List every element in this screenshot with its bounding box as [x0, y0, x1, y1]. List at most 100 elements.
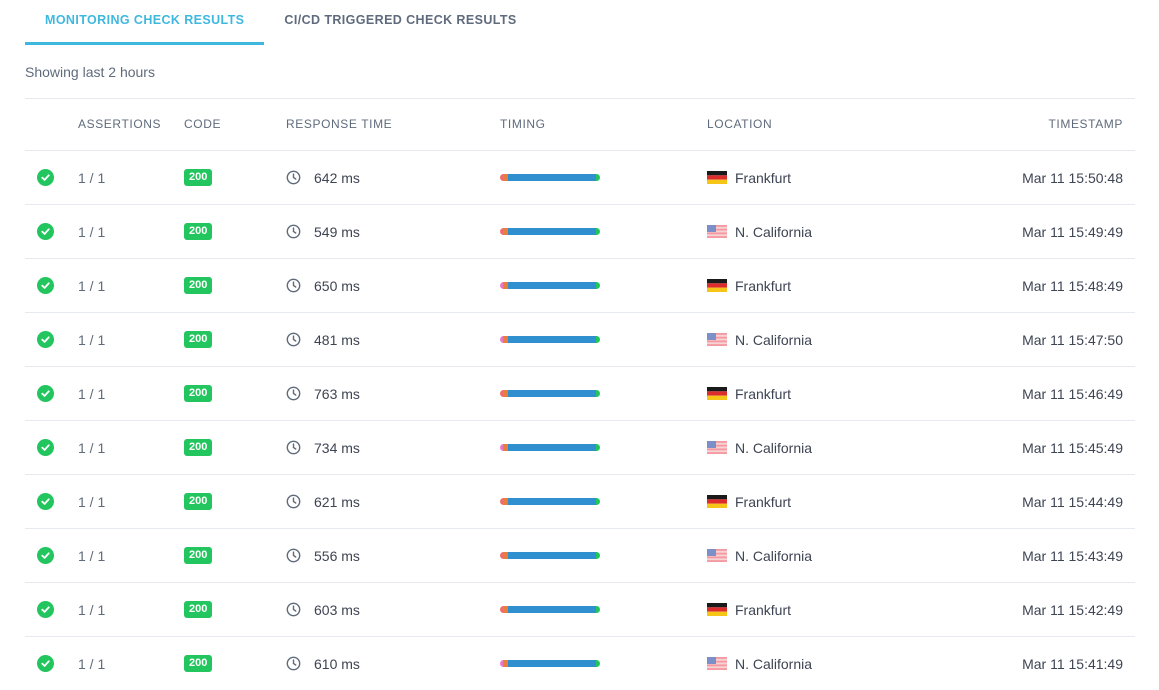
column-header-response-time: RESPONSE TIME — [286, 117, 393, 131]
clock-icon — [286, 494, 301, 509]
assertions-value: 1 / 1 — [78, 601, 106, 618]
timing-bar[interactable] — [500, 444, 600, 451]
timing-bar[interactable] — [500, 336, 600, 343]
time-range-label: Showing last 2 hours — [25, 64, 155, 80]
table-row[interactable]: 1 / 1 200 481 ms N. California Mar 11 15… — [25, 313, 1135, 367]
timestamp-value: Mar 11 15:42:49 — [1022, 601, 1123, 618]
timing-bar[interactable] — [500, 498, 600, 505]
table-row[interactable]: 1 / 1 200 603 ms Frankfurt Mar 11 15:42:… — [25, 583, 1135, 637]
timing-bar[interactable] — [500, 282, 600, 289]
timing-bar[interactable] — [500, 174, 600, 181]
status-code-badge: 200 — [184, 331, 213, 348]
status-code-badge: 200 — [184, 547, 213, 564]
timestamp-value: Mar 11 15:47:50 — [1022, 331, 1123, 348]
assertions-value: 1 / 1 — [78, 169, 106, 186]
clock-icon — [286, 548, 301, 563]
location-value: N. California — [735, 439, 813, 456]
timestamp-value: Mar 11 15:46:49 — [1022, 385, 1123, 402]
timestamp-value: Mar 11 15:49:49 — [1022, 223, 1123, 240]
location-value: Frankfurt — [735, 601, 792, 618]
timestamp-value: Mar 11 15:50:48 — [1022, 169, 1123, 186]
response-time-value: 642 ms — [314, 169, 360, 186]
location-value: N. California — [735, 547, 813, 564]
timestamp-value: Mar 11 15:48:49 — [1022, 277, 1123, 294]
response-time-value: 603 ms — [314, 601, 360, 618]
response-time-value: 621 ms — [314, 493, 360, 510]
flag-us-icon — [707, 657, 727, 670]
response-time-value: 650 ms — [314, 277, 360, 294]
success-check-icon — [37, 601, 54, 618]
location-value: N. California — [735, 331, 813, 348]
clock-icon — [286, 170, 301, 185]
success-check-icon — [37, 223, 54, 240]
status-code-badge: 200 — [184, 601, 213, 618]
clock-icon — [286, 386, 301, 401]
flag-de-icon — [707, 603, 727, 616]
location-value: Frankfurt — [735, 169, 792, 186]
column-header-location: LOCATION — [707, 117, 773, 131]
table-row[interactable]: 1 / 1 200 650 ms Frankfurt Mar 11 15:48:… — [25, 259, 1135, 313]
tab-bar: MONITORING CHECK RESULTS CI/CD TRIGGERED… — [25, 0, 537, 45]
timing-bar[interactable] — [500, 606, 600, 613]
status-code-badge: 200 — [184, 277, 213, 294]
timing-bar[interactable] — [500, 228, 600, 235]
column-header-timing: TIMING — [500, 117, 546, 131]
response-time-value: 763 ms — [314, 385, 360, 402]
tab-monitoring-check-results[interactable]: MONITORING CHECK RESULTS — [25, 0, 265, 45]
flag-us-icon — [707, 333, 727, 346]
response-time-value: 549 ms — [314, 223, 360, 240]
assertions-value: 1 / 1 — [78, 223, 106, 240]
timing-bar[interactable] — [500, 660, 600, 667]
response-time-value: 734 ms — [314, 439, 360, 456]
status-code-badge: 200 — [184, 223, 213, 240]
location-value: Frankfurt — [735, 493, 792, 510]
table-row[interactable]: 1 / 1 200 763 ms Frankfurt Mar 11 15:46:… — [25, 367, 1135, 421]
table-row[interactable]: 1 / 1 200 549 ms N. California Mar 11 15… — [25, 205, 1135, 259]
status-code-badge: 200 — [184, 439, 213, 456]
assertions-value: 1 / 1 — [78, 655, 106, 672]
success-check-icon — [37, 547, 54, 564]
location-value: N. California — [735, 655, 813, 672]
clock-icon — [286, 602, 301, 617]
timing-bar[interactable] — [500, 552, 600, 559]
table-row[interactable]: 1 / 1 200 610 ms N. California Mar 11 15… — [25, 637, 1135, 690]
flag-us-icon — [707, 441, 727, 454]
column-header-assertions: ASSERTIONS — [78, 117, 162, 131]
success-check-icon — [37, 655, 54, 672]
success-check-icon — [37, 385, 54, 402]
clock-icon — [286, 278, 301, 293]
table-header: ASSERTIONS CODE RESPONSE TIME TIMING LOC… — [25, 99, 1135, 151]
response-time-value: 556 ms — [314, 547, 360, 564]
response-time-value: 610 ms — [314, 655, 360, 672]
success-check-icon — [37, 277, 54, 294]
flag-de-icon — [707, 495, 727, 508]
assertions-value: 1 / 1 — [78, 493, 106, 510]
table-row[interactable]: 1 / 1 200 621 ms Frankfurt Mar 11 15:44:… — [25, 475, 1135, 529]
location-value: Frankfurt — [735, 277, 792, 294]
assertions-value: 1 / 1 — [78, 439, 106, 456]
timing-bar[interactable] — [500, 390, 600, 397]
assertions-value: 1 / 1 — [78, 385, 106, 402]
assertions-value: 1 / 1 — [78, 547, 106, 564]
status-code-badge: 200 — [184, 655, 213, 672]
tab-cicd-triggered-check-results[interactable]: CI/CD TRIGGERED CHECK RESULTS — [264, 0, 536, 45]
table-row[interactable]: 1 / 1 200 734 ms N. California Mar 11 15… — [25, 421, 1135, 475]
location-value: Frankfurt — [735, 385, 792, 402]
flag-us-icon — [707, 225, 727, 238]
timestamp-value: Mar 11 15:44:49 — [1022, 493, 1123, 510]
location-value: N. California — [735, 223, 813, 240]
response-time-value: 481 ms — [314, 331, 360, 348]
success-check-icon — [37, 439, 54, 456]
timestamp-value: Mar 11 15:45:49 — [1022, 439, 1123, 456]
success-check-icon — [37, 493, 54, 510]
clock-icon — [286, 656, 301, 671]
timestamp-value: Mar 11 15:41:49 — [1022, 655, 1123, 672]
status-code-badge: 200 — [184, 385, 213, 402]
flag-de-icon — [707, 171, 727, 184]
flag-us-icon — [707, 549, 727, 562]
status-code-badge: 200 — [184, 169, 213, 186]
table-row[interactable]: 1 / 1 200 642 ms Frankfurt Mar 11 15:50:… — [25, 151, 1135, 205]
status-code-badge: 200 — [184, 493, 213, 510]
table-row[interactable]: 1 / 1 200 556 ms N. California Mar 11 15… — [25, 529, 1135, 583]
success-check-icon — [37, 169, 54, 186]
